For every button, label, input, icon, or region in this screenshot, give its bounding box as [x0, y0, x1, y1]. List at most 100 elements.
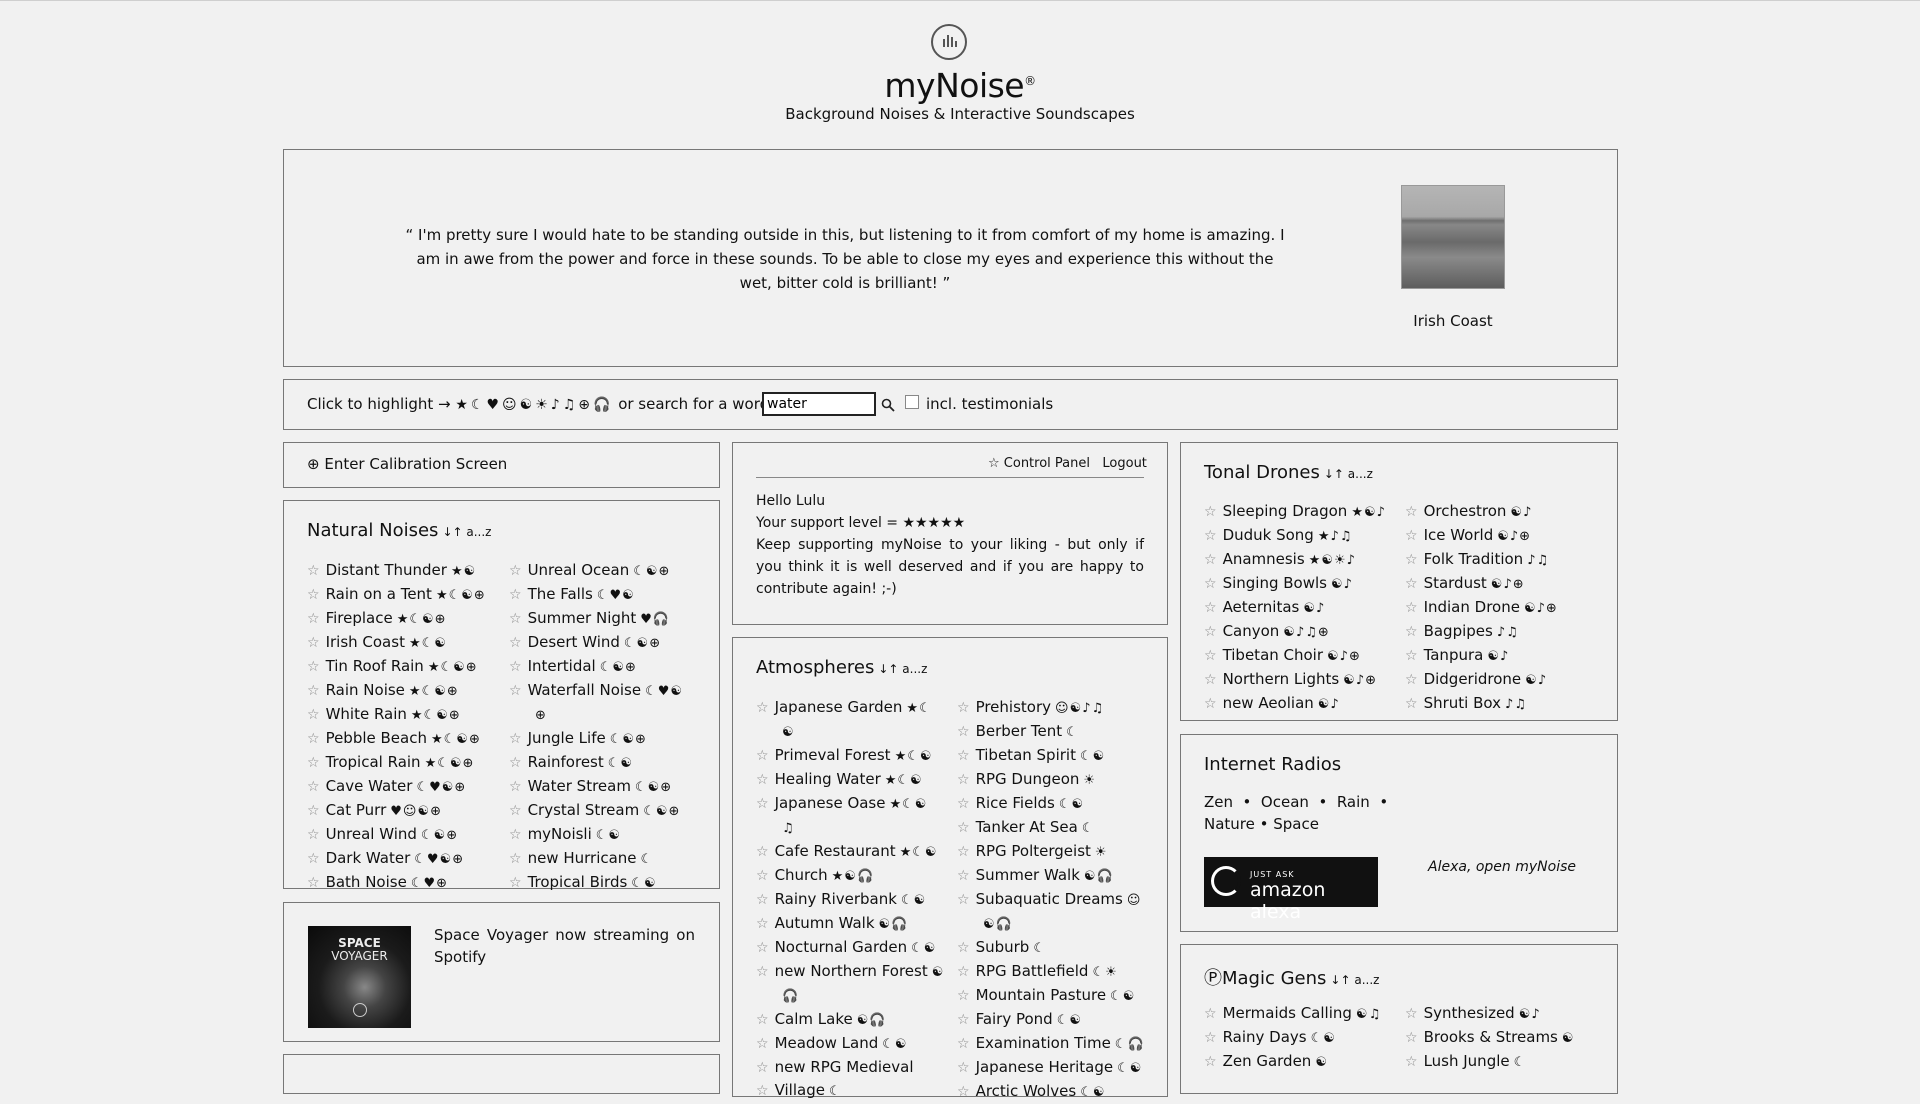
generator-list-item[interactable]: ☆ Meadow Land ☾☯	[756, 1032, 941, 1056]
generator-name[interactable]: Crystal Stream	[528, 801, 640, 819]
generator-list-item[interactable]: ☆ Summer Walk ☯🎧	[957, 864, 1157, 888]
generator-thumbnail[interactable]	[1401, 185, 1505, 289]
favorite-star-icon[interactable]: ☆	[957, 700, 970, 716]
generator-name[interactable]: Aeternitas	[1223, 598, 1300, 616]
generator-name[interactable]: myNoisli	[528, 825, 592, 843]
generator-name[interactable]: Tanpura	[1424, 646, 1484, 664]
generator-list-item[interactable]: ☆ Rainy Riverbank ☾☯	[756, 888, 941, 912]
generator-name[interactable]: Intertidal	[528, 657, 596, 675]
generator-list-item[interactable]: ☆ Crystal Stream ☾☯⊕	[509, 799, 709, 823]
radio-links-line2[interactable]: Nature • Space	[1204, 813, 1394, 835]
sort-toggle[interactable]: ↓↑ a...z	[1324, 467, 1373, 481]
favorite-star-icon[interactable]: ☆	[1405, 576, 1418, 592]
generator-list-item[interactable]: ☆ new Northern Forest ☯	[756, 960, 943, 984]
generator-list-item[interactable]: ☆ Tin Roof Rain ★☾☯⊕	[307, 655, 486, 679]
favorite-star-icon[interactable]: ☆	[1204, 696, 1217, 712]
generator-name[interactable]: RPG Battlefield	[976, 962, 1089, 980]
favorite-star-icon[interactable]: ☆	[957, 796, 970, 812]
favorite-star-icon[interactable]: ☆	[307, 587, 320, 603]
generator-name[interactable]: Rain on a Tent	[326, 585, 432, 603]
favorite-star-icon[interactable]: ☆	[1204, 672, 1217, 688]
generator-list-item[interactable]: ☆ Distant Thunder ★☯	[307, 559, 486, 583]
generator-list-item[interactable]: ☆ Japanese Garden ★☾	[756, 696, 941, 720]
space-voyager-cover[interactable]: SPACE VOYAGER	[308, 926, 411, 1028]
generator-name[interactable]: Rain Noise	[326, 681, 405, 699]
generator-list-item[interactable]: ☆ Village ☾	[756, 1079, 941, 1103]
generator-name[interactable]: Healing Water	[775, 770, 881, 788]
generator-name[interactable]: new Aeolian	[1223, 694, 1314, 712]
generator-list-item[interactable]: ☆ Brooks & Streams ☯	[1405, 1026, 1575, 1050]
favorite-star-icon[interactable]: ☆	[1204, 624, 1217, 640]
generator-name[interactable]: new RPG Medieval	[775, 1058, 914, 1076]
favorite-star-icon[interactable]: ☆	[509, 587, 522, 603]
favorite-star-icon[interactable]: ☆	[1405, 648, 1418, 664]
generator-name[interactable]: Jungle Life	[528, 729, 606, 747]
favorite-star-icon[interactable]: ☆	[957, 724, 970, 740]
space-voyager-text[interactable]: Space Voyager now streaming on Spotify	[434, 924, 695, 968]
generator-name[interactable]: Ice World	[1424, 526, 1494, 544]
generator-list-item[interactable]: ☆ Japanese Oase ★☾☯	[756, 792, 941, 816]
generator-name[interactable]: Unreal Ocean	[528, 561, 630, 579]
generator-name[interactable]: Irish Coast	[326, 633, 405, 651]
generator-name[interactable]: Church	[775, 866, 828, 884]
generator-name[interactable]: Rainforest	[528, 753, 604, 771]
generator-list-item[interactable]: ☆ Rain on a Tent ★☾☯⊕	[307, 583, 486, 607]
favorite-star-icon[interactable]: ☆	[509, 731, 522, 747]
generator-name[interactable]: Rainy Riverbank	[775, 890, 897, 908]
generator-name[interactable]: Bath Noise	[326, 873, 407, 891]
generator-name[interactable]: Tibetan Spirit	[976, 746, 1076, 764]
favorite-star-icon[interactable]: ☆	[307, 611, 320, 627]
favorite-star-icon[interactable]: ☆	[1405, 600, 1418, 616]
generator-list-item[interactable]: ☆ Irish Coast ★☾☯	[307, 631, 486, 655]
favorite-star-icon[interactable]: ☆	[957, 772, 970, 788]
favorite-star-icon[interactable]: ☆	[756, 1083, 769, 1099]
favorite-star-icon[interactable]: ☆	[307, 779, 320, 795]
generator-name[interactable]: Dark Water	[326, 849, 411, 867]
favorite-star-icon[interactable]: ☆	[756, 1060, 769, 1076]
favorite-star-icon[interactable]: ☆	[509, 827, 522, 843]
favorite-star-icon[interactable]: ☆	[957, 940, 970, 956]
generator-list-item[interactable]: ☆ Rainy Days ☾☯	[1204, 1026, 1381, 1050]
favorite-star-icon[interactable]: ☆	[957, 1036, 970, 1052]
favorite-star-icon[interactable]: ☆	[957, 748, 970, 764]
generator-list-item[interactable]: ☆ Suburb ☾	[957, 936, 1157, 960]
generator-list-item[interactable]: ☆ Bath Noise ☾♥⊕	[307, 871, 486, 895]
favorite-star-icon[interactable]: ☆	[756, 964, 769, 980]
generator-list-item[interactable]: ☆ Rain Noise ★☾☯⊕	[307, 679, 486, 703]
generator-list-item[interactable]: ☆ Unreal Wind ☾☯⊕	[307, 823, 486, 847]
calibration-link[interactable]: ⊕ Enter Calibration Screen	[307, 455, 507, 473]
generator-list-item[interactable]: ☆ Arctic Wolves ☾☯	[957, 1080, 1157, 1104]
favorite-star-icon[interactable]: ☆	[957, 868, 970, 884]
favorite-star-icon[interactable]: ☆	[509, 875, 522, 891]
generator-list-item[interactable]: ☆ Northern Lights ☯♪⊕	[1204, 668, 1386, 692]
favorite-star-icon[interactable]: ☆	[957, 1012, 970, 1028]
generator-list-item[interactable]: ♫	[756, 816, 941, 840]
favorite-star-icon[interactable]: ☆	[1204, 1054, 1217, 1070]
generator-name[interactable]: Examination Time	[976, 1034, 1111, 1052]
generator-list-item[interactable]: ☆ Rice Fields ☾☯	[957, 792, 1157, 816]
generator-name[interactable]: Summer Walk	[976, 866, 1080, 884]
generator-list-item[interactable]: ☆ Tropical Rain ★☾☯⊕	[307, 751, 486, 775]
generator-list-item[interactable]: ☆ Singing Bowls ☯♪	[1204, 572, 1386, 596]
generator-list-item[interactable]: ☆ Dark Water ☾♥☯⊕	[307, 847, 486, 871]
favorite-star-icon[interactable]: ☆	[1405, 672, 1418, 688]
favorite-star-icon[interactable]: ☆	[1204, 576, 1217, 592]
generator-list-item[interactable]: ☆ Bagpipes ♪♫	[1405, 620, 1558, 644]
generator-list-item[interactable]: ☆ Lush Jungle ☾	[1405, 1050, 1575, 1074]
favorite-star-icon[interactable]: ☆	[957, 988, 970, 1004]
control-panel-link[interactable]: ☆ Control Panel	[988, 456, 1090, 471]
generator-name[interactable]: RPG Poltergeist	[976, 842, 1091, 860]
favorite-star-icon[interactable]: ☆	[756, 868, 769, 884]
favorite-star-icon[interactable]: ☆	[957, 964, 970, 980]
generator-name[interactable]: The Falls	[528, 585, 593, 603]
generator-list-item[interactable]: ☆ RPG Battlefield ☾☀	[957, 960, 1157, 984]
generator-list-item[interactable]: ☆ Shruti Box ♪♫	[1405, 692, 1558, 716]
favorite-star-icon[interactable]: ☆	[509, 779, 522, 795]
generator-name[interactable]: Tropical Birds	[528, 873, 628, 891]
favorite-star-icon[interactable]: ☆	[756, 916, 769, 932]
generator-name[interactable]: Berber Tent	[976, 722, 1063, 740]
favorite-star-icon[interactable]: ☆	[957, 1084, 970, 1100]
generator-name[interactable]: Mermaids Calling	[1223, 1004, 1352, 1022]
generator-name[interactable]: Duduk Song	[1223, 526, 1314, 544]
search-icon[interactable]	[881, 398, 895, 412]
